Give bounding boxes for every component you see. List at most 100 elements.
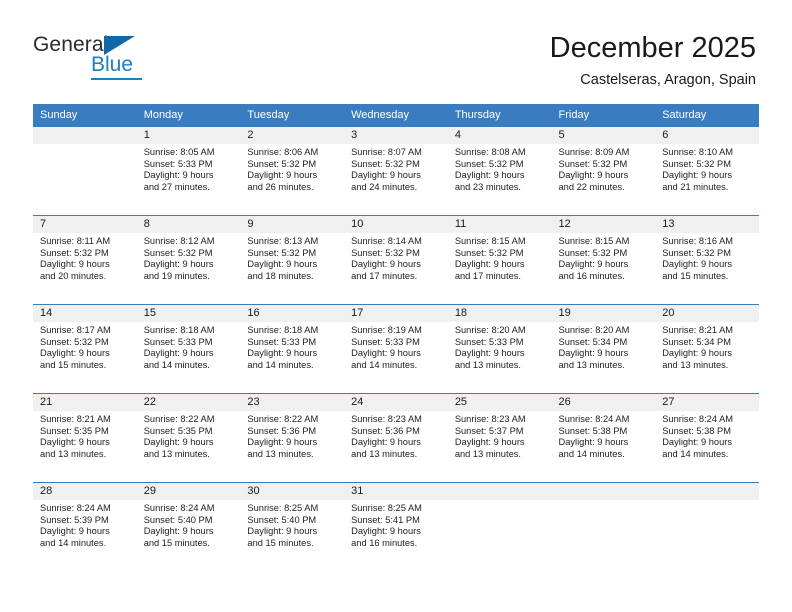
day-cell[interactable]: 22 Sunrise: 8:22 AM Sunset: 5:35 PM Dayl…: [136, 394, 241, 482]
day-number: [551, 483, 656, 500]
day-cell[interactable]: 9 Sunrise: 8:13 AM Sunset: 5:32 PM Dayli…: [240, 216, 345, 304]
daylight-text-line1: Daylight: 9 hours: [40, 437, 110, 448]
brand-logo[interactable]: General Blue: [33, 33, 203, 81]
daylight-text-line2: and 13 minutes.: [40, 448, 107, 459]
title-block: December 2025 Castelseras, Aragon, Spain: [550, 30, 756, 90]
day-number: 21: [33, 394, 137, 411]
day-cell[interactable]: [551, 483, 656, 571]
day-cell[interactable]: 24 Sunrise: 8:23 AM Sunset: 5:36 PM Dayl…: [344, 394, 448, 482]
daylight-text-line1: Daylight: 9 hours: [351, 526, 421, 537]
sunset-text: Sunset: 5:34 PM: [558, 336, 628, 347]
day-details: Sunrise: 8:16 AM Sunset: 5:32 PM Dayligh…: [655, 233, 759, 282]
sunrise-text: Sunrise: 8:15 AM: [558, 236, 630, 246]
day-number: 7: [33, 216, 137, 233]
sunrise-text: Sunrise: 8:21 AM: [40, 414, 111, 424]
day-cell[interactable]: [33, 127, 137, 215]
page-subtitle: Castelseras, Aragon, Spain: [580, 72, 756, 88]
day-cell[interactable]: 3 Sunrise: 8:07 AM Sunset: 5:32 PM Dayli…: [344, 127, 448, 215]
day-details: Sunrise: 8:22 AM Sunset: 5:36 PM Dayligh…: [240, 411, 344, 460]
sunrise-text: Sunrise: 8:24 AM: [558, 414, 630, 424]
day-number: [447, 483, 552, 500]
day-cell[interactable]: 2 Sunrise: 8:06 AM Sunset: 5:32 PM Dayli…: [240, 127, 345, 215]
day-number: 3: [344, 127, 448, 144]
day-cell[interactable]: 16 Sunrise: 8:18 AM Sunset: 5:33 PM Dayl…: [240, 305, 345, 393]
day-cell[interactable]: 7 Sunrise: 8:11 AM Sunset: 5:32 PM Dayli…: [33, 216, 137, 304]
sunset-text: Sunset: 5:35 PM: [143, 425, 213, 436]
day-cell[interactable]: 12 Sunrise: 8:15 AM Sunset: 5:32 PM Dayl…: [551, 216, 656, 304]
day-cell[interactable]: 19 Sunrise: 8:20 AM Sunset: 5:34 PM Dayl…: [551, 305, 656, 393]
sunset-text: Sunset: 5:32 PM: [662, 158, 731, 169]
daylight-text-line1: Daylight: 9 hours: [247, 526, 318, 537]
daylight-text-line1: Daylight: 9 hours: [143, 348, 214, 359]
sunset-text: Sunset: 5:32 PM: [558, 158, 628, 169]
day-cell[interactable]: 5 Sunrise: 8:09 AM Sunset: 5:32 PM Dayli…: [551, 127, 656, 215]
sunrise-text: Sunrise: 8:15 AM: [454, 236, 526, 246]
day-cell[interactable]: 4 Sunrise: 8:08 AM Sunset: 5:32 PM Dayli…: [447, 127, 552, 215]
sunset-text: Sunset: 5:36 PM: [351, 425, 420, 436]
day-cell[interactable]: 26 Sunrise: 8:24 AM Sunset: 5:38 PM Dayl…: [551, 394, 656, 482]
day-cell[interactable]: 25 Sunrise: 8:23 AM Sunset: 5:37 PM Dayl…: [447, 394, 552, 482]
sunrise-text: Sunrise: 8:24 AM: [40, 503, 111, 513]
daylight-text-line1: Daylight: 9 hours: [454, 170, 525, 181]
daylight-text-line1: Daylight: 9 hours: [558, 170, 629, 181]
daylight-text-line2: and 13 minutes.: [558, 359, 625, 370]
daylight-text-line2: and 16 minutes.: [558, 270, 625, 281]
day-cell[interactable]: 30 Sunrise: 8:25 AM Sunset: 5:40 PM Dayl…: [240, 483, 345, 571]
day-details: [33, 144, 137, 147]
day-number: 22: [136, 394, 241, 411]
day-number: 9: [240, 216, 345, 233]
day-details: Sunrise: 8:09 AM Sunset: 5:32 PM Dayligh…: [552, 144, 656, 193]
day-number: 16: [240, 305, 345, 322]
daylight-text-line1: Daylight: 9 hours: [351, 437, 421, 448]
day-cell[interactable]: 10 Sunrise: 8:14 AM Sunset: 5:32 PM Dayl…: [344, 216, 448, 304]
weekday-monday: Monday: [143, 109, 183, 121]
day-cell[interactable]: 23 Sunrise: 8:22 AM Sunset: 5:36 PM Dayl…: [240, 394, 345, 482]
day-cell[interactable]: 15 Sunrise: 8:18 AM Sunset: 5:33 PM Dayl…: [136, 305, 241, 393]
daylight-text-line2: and 17 minutes.: [454, 270, 521, 281]
day-cell[interactable]: 17 Sunrise: 8:19 AM Sunset: 5:33 PM Dayl…: [344, 305, 448, 393]
day-cell[interactable]: 13 Sunrise: 8:16 AM Sunset: 5:32 PM Dayl…: [655, 216, 759, 304]
day-details: Sunrise: 8:11 AM Sunset: 5:32 PM Dayligh…: [33, 233, 137, 282]
day-cell[interactable]: [655, 483, 759, 571]
day-cell[interactable]: 11 Sunrise: 8:15 AM Sunset: 5:32 PM Dayl…: [447, 216, 552, 304]
daylight-text-line1: Daylight: 9 hours: [558, 259, 629, 270]
day-number: 10: [344, 216, 448, 233]
day-cell[interactable]: 8 Sunrise: 8:12 AM Sunset: 5:32 PM Dayli…: [136, 216, 241, 304]
page-header: General Blue December 2025 Castelseras, …: [0, 0, 792, 100]
calendar-week-row: 14 Sunrise: 8:17 AM Sunset: 5:32 PM Dayl…: [33, 304, 759, 393]
day-number: 15: [136, 305, 241, 322]
day-cell[interactable]: 31 Sunrise: 8:25 AM Sunset: 5:41 PM Dayl…: [344, 483, 448, 571]
day-number: 29: [136, 483, 241, 500]
sunrise-text: Sunrise: 8:17 AM: [40, 325, 111, 335]
daylight-text-line2: and 17 minutes.: [351, 270, 418, 281]
daylight-text-line2: and 27 minutes.: [143, 181, 210, 192]
day-number: 26: [551, 394, 656, 411]
day-cell[interactable]: 27 Sunrise: 8:24 AM Sunset: 5:38 PM Dayl…: [655, 394, 759, 482]
sunset-text: Sunset: 5:41 PM: [351, 514, 420, 525]
day-number: 28: [33, 483, 137, 500]
day-cell[interactable]: 18 Sunrise: 8:20 AM Sunset: 5:33 PM Dayl…: [447, 305, 552, 393]
daylight-text-line2: and 19 minutes.: [143, 270, 210, 281]
day-number: 8: [136, 216, 241, 233]
day-details: Sunrise: 8:19 AM Sunset: 5:33 PM Dayligh…: [344, 322, 448, 371]
daylight-text-line1: Daylight: 9 hours: [143, 259, 214, 270]
daylight-text-line1: Daylight: 9 hours: [662, 437, 732, 448]
daylight-text-line2: and 22 minutes.: [558, 181, 625, 192]
sunset-text: Sunset: 5:32 PM: [40, 247, 109, 258]
daylight-text-line1: Daylight: 9 hours: [40, 259, 110, 270]
day-cell[interactable]: 28 Sunrise: 8:24 AM Sunset: 5:39 PM Dayl…: [33, 483, 137, 571]
day-cell[interactable]: [447, 483, 552, 571]
day-cell[interactable]: 1 Sunrise: 8:05 AM Sunset: 5:33 PM Dayli…: [136, 127, 241, 215]
day-cell[interactable]: 20 Sunrise: 8:21 AM Sunset: 5:34 PM Dayl…: [655, 305, 759, 393]
day-number: 23: [240, 394, 345, 411]
day-cell[interactable]: 6 Sunrise: 8:10 AM Sunset: 5:32 PM Dayli…: [655, 127, 759, 215]
day-cell[interactable]: 14 Sunrise: 8:17 AM Sunset: 5:32 PM Dayl…: [33, 305, 137, 393]
day-cell[interactable]: 21 Sunrise: 8:21 AM Sunset: 5:35 PM Dayl…: [33, 394, 137, 482]
page-title: December 2025: [549, 32, 756, 64]
day-cell[interactable]: 29 Sunrise: 8:24 AM Sunset: 5:40 PM Dayl…: [136, 483, 241, 571]
daylight-text-line2: and 16 minutes.: [351, 537, 418, 548]
sunset-text: Sunset: 5:40 PM: [143, 514, 213, 525]
day-number: 2: [240, 127, 345, 144]
day-details: Sunrise: 8:24 AM Sunset: 5:39 PM Dayligh…: [33, 500, 137, 549]
calendar-week-row: 21 Sunrise: 8:21 AM Sunset: 5:35 PM Dayl…: [33, 393, 759, 482]
